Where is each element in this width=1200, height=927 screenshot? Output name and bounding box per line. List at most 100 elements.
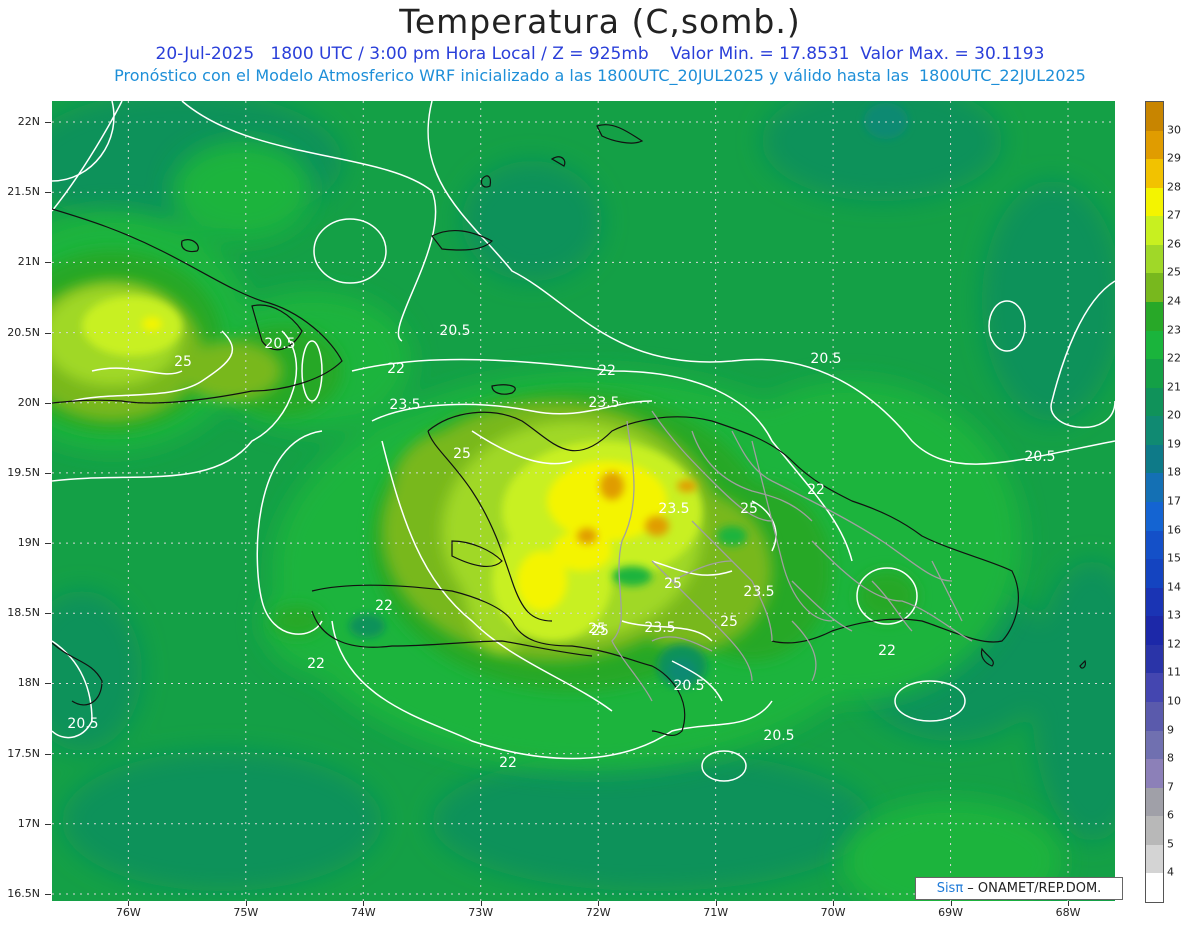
colorbar-label: 25 — [1167, 265, 1181, 279]
colorbar-cell — [1146, 787, 1163, 817]
colorbar-label: 28 — [1167, 180, 1181, 194]
lon-label: 72W — [585, 906, 611, 919]
contour-label: 23.5 — [743, 584, 774, 600]
colorbar-label: 16 — [1167, 523, 1181, 537]
lat-label: 16.5N — [7, 886, 40, 900]
map-title: Temperatura (C,somb.) — [399, 2, 801, 41]
contour-label: 20.5 — [1024, 449, 1055, 465]
colorbar-label: 22 — [1167, 351, 1181, 365]
map-panel: 20.5 20.5 22 22 23.5 23.5 25 25 20.5 20.5 22 23.5 25… — [52, 101, 1115, 901]
lat-label: 20N — [17, 395, 40, 409]
colorbar-cell — [1146, 216, 1163, 246]
colorbar-cell — [1146, 844, 1163, 874]
model-info-line: Pronóstico con el Modelo Atmosferico WRF… — [114, 66, 1086, 85]
colorbar-label: 6 — [1167, 808, 1174, 822]
colorbar-cell — [1146, 330, 1163, 360]
contour-label: 22 — [387, 361, 405, 377]
colorbar-label: 11 — [1167, 665, 1181, 679]
lat-label: 17.5N — [7, 746, 40, 760]
colorbar-label: 19 — [1167, 437, 1181, 451]
colorbar-cell — [1146, 302, 1163, 331]
colorbar-cell — [1146, 359, 1163, 389]
lon-tick — [598, 901, 600, 906]
lat-label: 17N — [17, 816, 40, 830]
colorbar-cell — [1146, 159, 1163, 189]
colorbar-label: 13 — [1167, 608, 1181, 622]
contour-label: 20.5 — [439, 323, 470, 339]
contour-label: 25 — [720, 614, 738, 630]
colorbar-label: 20 — [1167, 408, 1181, 422]
colorbar-cell — [1146, 873, 1163, 903]
lon-label: 71W — [703, 906, 729, 919]
lat-tick — [45, 262, 51, 264]
contour-label: 22 — [375, 598, 393, 614]
contour-label: 23.5 — [588, 395, 619, 411]
colorbar-label: 27 — [1167, 208, 1181, 222]
credit-box: Sisπ – ONAMET/REP.DOM. — [915, 877, 1123, 900]
colorbar-cell — [1146, 616, 1163, 646]
contour-label: 20.5 — [810, 351, 841, 367]
contour-label: 20.5 — [67, 716, 98, 732]
lat-tick — [45, 332, 51, 334]
colorbar-cell — [1146, 730, 1163, 760]
lat-label: 18.5N — [7, 606, 40, 620]
lon-label: 70W — [820, 906, 846, 919]
colorbar-cell — [1146, 387, 1163, 417]
colorbar-label: 18 — [1167, 465, 1181, 479]
colorbar-label: 29 — [1167, 151, 1181, 165]
lat-label: 22N — [17, 115, 40, 129]
lon-label: 76W — [115, 906, 141, 919]
contour-label: 22 — [878, 643, 896, 659]
colorbar-label: 23 — [1167, 323, 1181, 337]
colorbar-label: 24 — [1167, 294, 1181, 308]
lat-tick — [45, 402, 51, 404]
colorbar-label: 8 — [1167, 751, 1174, 765]
lat-tick — [45, 683, 51, 685]
colorbar-cell — [1146, 244, 1163, 274]
lat-tick — [45, 613, 51, 615]
lon-tick — [715, 901, 717, 906]
colorbar-cell — [1146, 130, 1163, 160]
colorbar-cell — [1146, 416, 1163, 446]
contour-label: 25 — [453, 446, 471, 462]
lat-label: 19N — [17, 536, 40, 550]
lon-tick — [1068, 901, 1070, 906]
lat-label: 18N — [17, 676, 40, 690]
contour-label: 25 — [588, 621, 606, 637]
lat-tick — [45, 472, 51, 474]
colorbar-cell — [1146, 444, 1163, 474]
colorbar-cell — [1146, 702, 1163, 731]
colorbar-cell — [1146, 644, 1163, 674]
contour-label: 23.5 — [644, 620, 675, 636]
colorbar-label: 10 — [1167, 694, 1181, 708]
colorbar — [1145, 101, 1164, 903]
contour-label: 20.5 — [264, 336, 295, 352]
lon-tick — [833, 901, 835, 906]
colorbar-cell — [1146, 273, 1163, 303]
lat-tick — [45, 753, 51, 755]
valid-time-line: 20-Jul-2025 1800 UTC / 3:00 pm Hora Loca… — [155, 44, 1045, 64]
colorbar-label: 30 — [1167, 123, 1181, 137]
lon-tick — [245, 901, 247, 906]
contour-label: 22 — [807, 482, 825, 498]
colorbar-cell — [1146, 559, 1163, 589]
contour-label: 23.5 — [389, 397, 420, 413]
lon-label: 69W — [938, 906, 963, 919]
colorbar-cell — [1146, 587, 1163, 617]
lat-tick — [45, 192, 51, 194]
lat-tick — [45, 122, 51, 124]
lon-tick — [950, 901, 952, 906]
contour-label: 22 — [598, 363, 616, 379]
colorbar-label: 9 — [1167, 723, 1174, 737]
contour-label: 22 — [307, 656, 325, 672]
lat-label: 21.5N — [7, 185, 40, 199]
lon-tick — [480, 901, 482, 906]
credit-text: – ONAMET/REP.DOM. — [963, 881, 1102, 896]
lon-label: 75W — [233, 906, 259, 919]
colorbar-label: 15 — [1167, 551, 1181, 565]
sispi-logo: Sisπ — [936, 881, 964, 896]
colorbar-label: 17 — [1167, 494, 1181, 508]
colorbar-label: 26 — [1167, 237, 1181, 251]
colorbar-label: 21 — [1167, 380, 1181, 394]
lat-tick — [45, 543, 51, 545]
